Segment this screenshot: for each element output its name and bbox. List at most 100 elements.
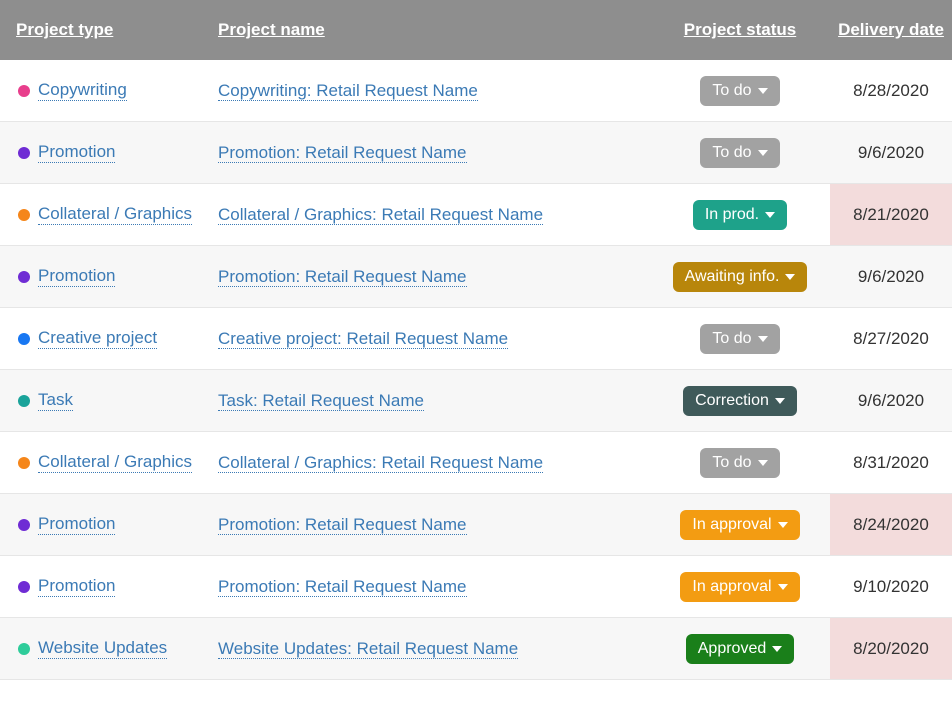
project-type-link[interactable]: Copywriting xyxy=(38,80,127,101)
project-type-link[interactable]: Promotion xyxy=(38,576,115,597)
project-type-link[interactable]: Promotion xyxy=(38,514,115,535)
status-label: Awaiting info. xyxy=(685,268,780,286)
cell-project-status: To do xyxy=(650,442,830,484)
project-name-link[interactable]: Promotion: Retail Request Name xyxy=(218,143,467,163)
status-dropdown-button[interactable]: To do xyxy=(700,448,779,478)
project-name-link[interactable]: Promotion: Retail Request Name xyxy=(218,577,467,597)
cell-project-type: Task xyxy=(0,384,210,417)
cell-project-type: Promotion xyxy=(0,570,210,603)
status-dropdown-button[interactable]: Approved xyxy=(686,634,795,664)
delivery-date-value: 8/27/2020 xyxy=(853,329,929,349)
status-dropdown-button[interactable]: To do xyxy=(700,138,779,168)
table-body: Copywriting Copywriting: Retail Request N… xyxy=(0,60,952,680)
caret-down-icon xyxy=(758,460,768,466)
table-row: Creative project Creative project: Retail… xyxy=(0,308,952,370)
delivery-date-value: 8/28/2020 xyxy=(853,81,929,101)
delivery-date-value: 9/6/2020 xyxy=(858,391,924,411)
cell-project-status: Approved xyxy=(650,628,830,670)
cell-delivery-date: 8/28/2020 xyxy=(830,60,952,121)
cell-project-name: Collateral / Graphics: Retail Request Na… xyxy=(210,447,650,479)
table-row: Promotion Promotion: Retail Request Name I… xyxy=(0,494,952,556)
table-row: Promotion Promotion: Retail Request Name I… xyxy=(0,556,952,618)
project-type-link[interactable]: Task xyxy=(38,390,73,411)
cell-project-type: Website Updates xyxy=(0,632,210,665)
cell-project-name: Copywriting: Retail Request Name xyxy=(210,75,650,107)
type-color-dot-icon xyxy=(18,333,30,345)
status-dropdown-button[interactable]: In approval xyxy=(680,572,799,602)
delivery-date-value: 8/31/2020 xyxy=(853,453,929,473)
status-dropdown-button[interactable]: Awaiting info. xyxy=(673,262,808,292)
cell-project-type: Collateral / Graphics xyxy=(0,198,210,231)
type-color-dot-icon xyxy=(18,395,30,407)
project-name-link[interactable]: Promotion: Retail Request Name xyxy=(218,515,467,535)
table-row: Website Updates Website Updates: Retail R… xyxy=(0,618,952,680)
cell-project-name: Promotion: Retail Request Name xyxy=(210,509,650,541)
column-header-date[interactable]: Delivery date xyxy=(830,14,952,46)
type-color-dot-icon xyxy=(18,271,30,283)
cell-project-name: Promotion: Retail Request Name xyxy=(210,137,650,169)
project-type-link[interactable]: Promotion xyxy=(38,266,115,287)
cell-project-type: Promotion xyxy=(0,508,210,541)
type-color-dot-icon xyxy=(18,85,30,97)
project-type-link[interactable]: Collateral / Graphics xyxy=(38,452,192,473)
cell-project-name: Collateral / Graphics: Retail Request Na… xyxy=(210,199,650,231)
delivery-date-value: 9/6/2020 xyxy=(858,143,924,163)
cell-delivery-date: 8/31/2020 xyxy=(830,432,952,493)
status-label: To do xyxy=(712,454,751,472)
table-row: Promotion Promotion: Retail Request Name A… xyxy=(0,246,952,308)
table-header-row: Project type Project name Project status… xyxy=(0,0,952,60)
cell-project-name: Task: Retail Request Name xyxy=(210,385,650,417)
cell-project-name: Creative project: Retail Request Name xyxy=(210,323,650,355)
project-name-link[interactable]: Promotion: Retail Request Name xyxy=(218,267,467,287)
cell-project-type: Promotion xyxy=(0,260,210,293)
table-row: Collateral / Graphics Collateral / Graphi… xyxy=(0,432,952,494)
cell-project-type: Creative project xyxy=(0,322,210,355)
status-dropdown-button[interactable]: Correction xyxy=(683,386,797,416)
cell-delivery-date: 8/27/2020 xyxy=(830,308,952,369)
caret-down-icon xyxy=(758,88,768,94)
cell-project-status: Awaiting info. xyxy=(650,256,830,298)
column-header-name[interactable]: Project name xyxy=(210,14,650,46)
cell-project-type: Promotion xyxy=(0,136,210,169)
cell-project-status: To do xyxy=(650,318,830,360)
cell-delivery-date: 8/24/2020 xyxy=(830,494,952,555)
cell-project-name: Promotion: Retail Request Name xyxy=(210,571,650,603)
column-header-status[interactable]: Project status xyxy=(650,14,830,46)
status-dropdown-button[interactable]: To do xyxy=(700,76,779,106)
project-type-link[interactable]: Creative project xyxy=(38,328,157,349)
status-dropdown-button[interactable]: To do xyxy=(700,324,779,354)
project-name-link[interactable]: Copywriting: Retail Request Name xyxy=(218,81,478,101)
caret-down-icon xyxy=(778,584,788,590)
type-color-dot-icon xyxy=(18,209,30,221)
column-header-type[interactable]: Project type xyxy=(0,14,210,46)
project-type-link[interactable]: Collateral / Graphics xyxy=(38,204,192,225)
cell-project-type: Collateral / Graphics xyxy=(0,446,210,479)
project-name-link[interactable]: Website Updates: Retail Request Name xyxy=(218,639,518,659)
status-label: In approval xyxy=(692,578,771,596)
type-color-dot-icon xyxy=(18,643,30,655)
project-name-link[interactable]: Collateral / Graphics: Retail Request Na… xyxy=(218,205,543,225)
delivery-date-value: 9/10/2020 xyxy=(853,577,929,597)
status-label: Correction xyxy=(695,392,769,410)
project-type-link[interactable]: Website Updates xyxy=(38,638,167,659)
type-color-dot-icon xyxy=(18,147,30,159)
project-name-link[interactable]: Collateral / Graphics: Retail Request Na… xyxy=(218,453,543,473)
table-row: Copywriting Copywriting: Retail Request N… xyxy=(0,60,952,122)
caret-down-icon xyxy=(778,522,788,528)
project-name-link[interactable]: Task: Retail Request Name xyxy=(218,391,424,411)
status-dropdown-button[interactable]: In approval xyxy=(680,510,799,540)
cell-delivery-date: 8/20/2020 xyxy=(830,618,952,679)
caret-down-icon xyxy=(765,212,775,218)
type-color-dot-icon xyxy=(18,519,30,531)
delivery-date-value: 8/20/2020 xyxy=(853,639,929,659)
delivery-date-value: 8/21/2020 xyxy=(853,205,929,225)
status-dropdown-button[interactable]: In prod. xyxy=(693,200,787,230)
cell-project-status: In approval xyxy=(650,504,830,546)
delivery-date-value: 9/6/2020 xyxy=(858,267,924,287)
project-type-link[interactable]: Promotion xyxy=(38,142,115,163)
cell-delivery-date: 8/21/2020 xyxy=(830,184,952,245)
status-label: Approved xyxy=(698,640,767,658)
status-label: To do xyxy=(712,330,751,348)
project-name-link[interactable]: Creative project: Retail Request Name xyxy=(218,329,508,349)
cell-delivery-date: 9/6/2020 xyxy=(830,370,952,431)
